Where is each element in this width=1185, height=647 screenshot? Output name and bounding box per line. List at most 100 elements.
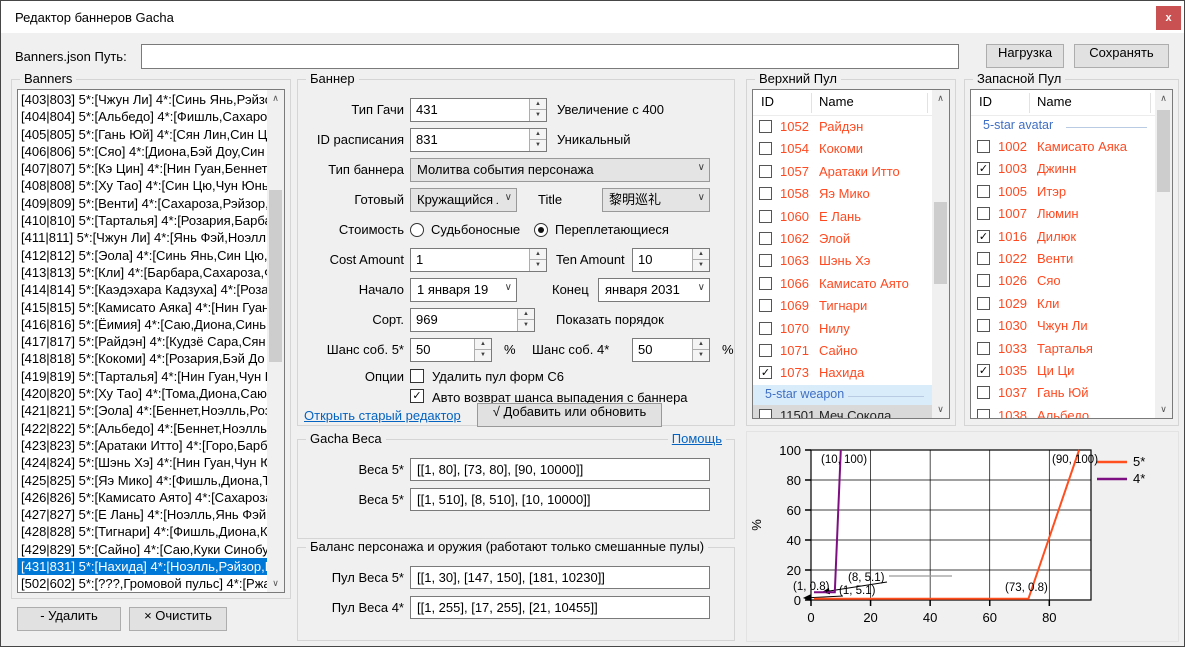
pool-row[interactable]: 1005Итэр bbox=[971, 181, 1155, 203]
pool-row[interactable]: ✓1003Джинн bbox=[971, 158, 1155, 180]
radio-fate[interactable] bbox=[410, 223, 424, 237]
banner-list-item[interactable]: [415|815] 5*:[Камисато Аяка] 4*:[Нин Гуа… bbox=[18, 299, 267, 316]
upper-pool-scrollbar[interactable]: ∧ ∨ bbox=[932, 90, 949, 418]
banner-list-item[interactable]: [409|809] 5*:[Венти] 4*:[Сахароза,Рэйзор… bbox=[18, 195, 267, 212]
banner-list-item[interactable]: [406|806] 5*:[Сяо] 4*:[Диона,Бэй Доу,Син bbox=[18, 143, 267, 160]
pool-row[interactable]: 1052Райдэн bbox=[753, 116, 932, 138]
banner-list-item[interactable]: [411|811] 5*:[Чжун Ли] 4*:[Янь Фэй,Ноэлл bbox=[18, 229, 267, 246]
pool-row[interactable]: 1030Чжун Ли bbox=[971, 315, 1155, 337]
scrollbar-thumb[interactable] bbox=[269, 190, 282, 362]
banner-list-item[interactable]: [418|818] 5*:[Кокоми] 4*:[Розария,Бэй До bbox=[18, 350, 267, 367]
option-auto-return-checkbox[interactable]: ✓ bbox=[410, 389, 424, 403]
row-checkbox[interactable] bbox=[977, 252, 990, 265]
pool-row[interactable]: 1069Тигнари bbox=[753, 295, 932, 317]
add-update-button[interactable]: √ Добавить или обновить bbox=[477, 403, 662, 427]
banner-list-item[interactable]: [420|820] 5*:[Ху Тао] 4*:[Тома,Диона,Саю… bbox=[18, 385, 267, 402]
pool-row[interactable]: ✓1035Ци Ци bbox=[971, 360, 1155, 382]
spin-down-icon[interactable]: ▼ bbox=[530, 260, 546, 271]
scroll-down-icon[interactable]: ∨ bbox=[1155, 401, 1172, 418]
ten-amount-input[interactable]: 10 ▲▼ bbox=[632, 248, 710, 272]
banner-list-item[interactable]: [403|803] 5*:[Чжун Ли] 4*:[Синь Янь,Рэйз… bbox=[18, 91, 267, 108]
pool-row[interactable]: 1033Тарталья bbox=[971, 338, 1155, 360]
pool-weights5-input[interactable]: [[1, 30], [147, 150], [181, 10230]] bbox=[410, 566, 710, 589]
path-input[interactable] bbox=[141, 44, 959, 69]
pool-row[interactable]: 1060Е Лань bbox=[753, 206, 932, 228]
row-checkbox[interactable] bbox=[759, 165, 772, 178]
banner-type-select[interactable]: Молитва события персонажа ∨ bbox=[410, 158, 710, 182]
spin-up-icon[interactable]: ▲ bbox=[475, 339, 491, 350]
pool-row[interactable]: 1037Гань Юй bbox=[971, 382, 1155, 404]
row-checkbox[interactable] bbox=[977, 319, 990, 332]
pool-row[interactable]: 1057Аратаки Итто bbox=[753, 161, 932, 183]
pool-row[interactable]: 1063Шэнь Хэ bbox=[753, 250, 932, 272]
option-remove-pool-checkbox[interactable] bbox=[410, 369, 424, 383]
scroll-up-icon[interactable]: ∧ bbox=[1155, 90, 1172, 107]
row-checkbox[interactable] bbox=[977, 185, 990, 198]
radio-intertwined[interactable] bbox=[534, 223, 548, 237]
end-date-select[interactable]: января 2031 ∨ bbox=[598, 278, 710, 302]
banner-list-item[interactable]: [427|827] 5*:[Е Лань] 4*:[Ноэлль,Янь Фэй… bbox=[18, 506, 267, 523]
scroll-down-icon[interactable]: ∨ bbox=[267, 575, 284, 592]
pool-row[interactable]: 1022Венти bbox=[971, 248, 1155, 270]
chance4-input[interactable]: 50 ▲▼ bbox=[632, 338, 710, 362]
banner-list-item[interactable]: [413|813] 5*:[Кли] 4*:[Барбара,Сахароза,… bbox=[18, 264, 267, 281]
reserve-pool-scrollbar[interactable]: ∧ ∨ bbox=[1155, 90, 1172, 418]
row-checkbox[interactable] bbox=[759, 254, 772, 267]
row-checkbox[interactable]: ✓ bbox=[977, 162, 990, 175]
row-checkbox[interactable] bbox=[759, 344, 772, 357]
row-checkbox[interactable] bbox=[977, 409, 990, 419]
close-button[interactable]: x bbox=[1156, 6, 1181, 30]
banner-list-item[interactable]: [419|819] 5*:[Тарталья] 4*:[Нин Гуан,Чун… bbox=[18, 368, 267, 385]
banners-listbox[interactable]: [403|803] 5*:[Чжун Ли] 4*:[Синь Янь,Рэйз… bbox=[17, 89, 285, 593]
spin-down-icon[interactable]: ▼ bbox=[693, 350, 709, 361]
weights4-input[interactable]: [[1, 510], [8, 510], [10, 10000]] bbox=[410, 488, 710, 511]
spin-down-icon[interactable]: ▼ bbox=[693, 260, 709, 271]
row-checkbox[interactable] bbox=[977, 207, 990, 220]
spin-down-icon[interactable]: ▼ bbox=[475, 350, 491, 361]
spin-up-icon[interactable]: ▲ bbox=[693, 249, 709, 260]
banner-list-item[interactable]: [412|812] 5*:[Эола] 4*:[Синь Янь,Син Цю, bbox=[18, 247, 267, 264]
help-link[interactable]: Помощь bbox=[668, 431, 726, 446]
row-checkbox[interactable] bbox=[977, 342, 990, 355]
pool-row[interactable]: 1054Кокоми bbox=[753, 138, 932, 160]
pool-row[interactable]: 1026Сяо bbox=[971, 270, 1155, 292]
reserve-pool-table[interactable]: ID Name 5-star avatar1002Камисато Аяка✓1… bbox=[970, 89, 1173, 419]
banner-list-item[interactable]: [423|823] 5*:[Аратаки Итто] 4*:[Горо,Бар… bbox=[18, 437, 267, 454]
scrollbar-thumb[interactable] bbox=[934, 202, 947, 284]
row-checkbox[interactable]: ✓ bbox=[759, 366, 772, 379]
row-checkbox[interactable] bbox=[759, 322, 772, 335]
prefab-select[interactable]: Кружащийся л ∨ bbox=[410, 188, 517, 212]
spin-down-icon[interactable]: ▼ bbox=[530, 110, 546, 121]
old-editor-link[interactable]: Открыть старый редактор bbox=[304, 408, 461, 423]
banner-list-item[interactable]: [429|829] 5*:[Сайно] 4*:[Саю,Куки Синобу bbox=[18, 541, 267, 558]
banner-list-item[interactable]: [414|814] 5*:[Каэдэхара Кадзуха] 4*:[Роз… bbox=[18, 281, 267, 298]
chance5-input[interactable]: 50 ▲▼ bbox=[410, 338, 492, 362]
spin-up-icon[interactable]: ▲ bbox=[530, 99, 546, 110]
banner-list-item[interactable]: [422|822] 5*:[Альбедо] 4*:[Беннет,Ноэлль… bbox=[18, 420, 267, 437]
row-checkbox[interactable] bbox=[759, 299, 772, 312]
row-checkbox[interactable] bbox=[759, 187, 772, 200]
row-checkbox[interactable]: ✓ bbox=[977, 364, 990, 377]
banner-list-item[interactable]: [425|825] 5*:[Яэ Мико] 4*:[Фишль,Диона,Т bbox=[18, 472, 267, 489]
banner-list-item[interactable]: [405|805] 5*:[Гань Юй] 4*:[Сян Лин,Син Ц bbox=[18, 126, 267, 143]
save-button[interactable]: Сохранять bbox=[1074, 44, 1169, 68]
row-checkbox[interactable] bbox=[759, 120, 772, 133]
banner-list-item[interactable]: [408|808] 5*:[Ху Тао] 4*:[Син Цю,Чун Юнь bbox=[18, 177, 267, 194]
banner-list-item[interactable]: [428|828] 5*:[Тигнари] 4*:[Фишль,Диона,К bbox=[18, 523, 267, 540]
banner-list-item[interactable]: [416|816] 5*:[Ёимия] 4*:[Саю,Диона,Синь bbox=[18, 316, 267, 333]
scroll-up-icon[interactable]: ∧ bbox=[267, 90, 284, 107]
pool-row[interactable]: ✓1016Дилюк bbox=[971, 226, 1155, 248]
delete-button[interactable]: - Удалить bbox=[17, 607, 121, 631]
banner-list-item[interactable]: [404|804] 5*:[Альбедо] 4*:[Фишль,Сахароз bbox=[18, 108, 267, 125]
row-checkbox[interactable] bbox=[977, 386, 990, 399]
banner-list-item[interactable]: [424|824] 5*:[Шэнь Хэ] 4*:[Нин Гуан,Чун … bbox=[18, 454, 267, 471]
pool-row[interactable]: 1066Камисато Аято bbox=[753, 273, 932, 295]
banner-list-item[interactable]: [417|817] 5*:[Райдэн] 4*:[Кудзё Сара,Сян… bbox=[18, 333, 267, 350]
row-checkbox[interactable] bbox=[759, 142, 772, 155]
clear-button[interactable]: × Очистить bbox=[129, 607, 227, 631]
pool-row[interactable]: 1070Нилу bbox=[753, 318, 932, 340]
banner-list-item[interactable]: [421|821] 5*:[Эола] 4*:[Беннет,Ноэлль,Ро… bbox=[18, 402, 267, 419]
spin-down-icon[interactable]: ▼ bbox=[530, 140, 546, 151]
row-checkbox[interactable] bbox=[759, 232, 772, 245]
pool-row[interactable]: ✓1073Нахида bbox=[753, 362, 932, 384]
